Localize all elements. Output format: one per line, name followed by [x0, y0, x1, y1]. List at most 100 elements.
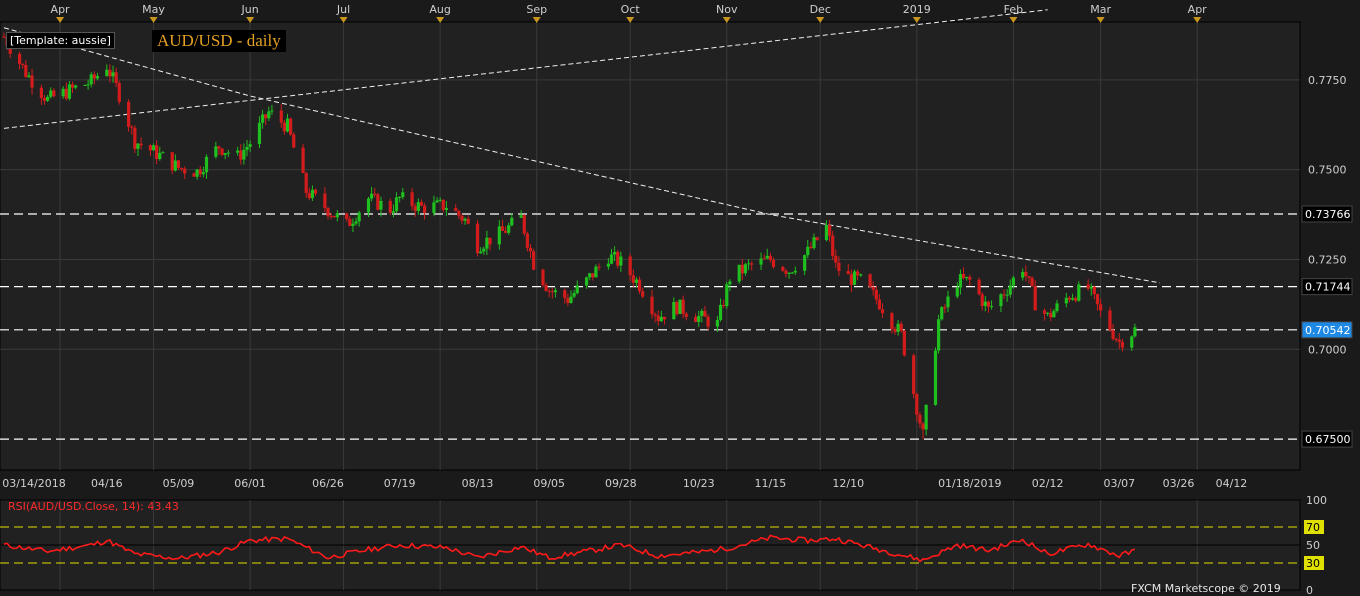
candle-body [292, 134, 296, 148]
candle-body [812, 237, 816, 249]
candle-body [335, 213, 339, 218]
candle-body [111, 72, 115, 77]
month-label: Sep [526, 3, 547, 16]
candle-body [435, 200, 439, 203]
candle-body [510, 217, 514, 226]
date-label: 06/01 [234, 477, 266, 490]
candle-body [485, 237, 489, 249]
month-label: Oct [621, 3, 641, 16]
copyright-label: FXCM Marketscope © 2019 [1131, 582, 1281, 595]
candle-body [482, 248, 486, 252]
candle-body [329, 215, 333, 217]
candle-body [86, 84, 90, 86]
candle-body [282, 122, 286, 132]
candle-body [413, 206, 417, 211]
date-label: 05/09 [163, 477, 195, 490]
candle-body [662, 316, 667, 320]
candle-body [1095, 294, 1100, 305]
candle-body [871, 286, 875, 290]
month-label: 2019 [903, 3, 931, 16]
candle-body [827, 224, 832, 236]
candle-body [781, 266, 785, 271]
candle-body [787, 272, 791, 274]
candle-body [1133, 327, 1137, 337]
candle-body [837, 262, 841, 272]
candle-body [958, 274, 963, 288]
candle-body [768, 255, 772, 260]
candle-body [83, 85, 87, 87]
candle-body [108, 69, 112, 77]
candle-body [616, 251, 620, 266]
candle-body [831, 235, 835, 256]
candle-body [39, 87, 43, 99]
date-label: 02/12 [1032, 477, 1064, 490]
candle-body [937, 319, 941, 351]
level-label: 0.73766 [1305, 208, 1351, 221]
candle-body [896, 323, 900, 332]
candle-body [703, 310, 707, 317]
candle-body [373, 193, 377, 195]
rsi-tick-label: 0 [1306, 584, 1313, 596]
candle-body [809, 246, 813, 249]
candle-body [419, 202, 424, 206]
candle-body [553, 290, 558, 293]
candle-body [846, 271, 850, 275]
candle-body [1002, 294, 1006, 296]
candle-body [388, 200, 392, 213]
candle-body [743, 264, 748, 274]
candle-body [868, 274, 872, 287]
date-label: 04/16 [91, 477, 123, 490]
candle-body [918, 414, 922, 424]
candle-body [675, 302, 679, 314]
candle-body [444, 208, 448, 210]
candle-body [198, 169, 202, 175]
candle-body [1111, 330, 1115, 339]
candle-body [765, 255, 769, 259]
candle-body [613, 251, 617, 255]
candle-body [1030, 277, 1034, 286]
candle-body [525, 233, 529, 248]
candle-body [49, 90, 53, 97]
candle-body [650, 296, 654, 315]
candle-body [715, 319, 720, 327]
candle-body [532, 251, 536, 270]
candle-body [722, 304, 726, 307]
candle-body [391, 211, 396, 213]
candle-body [834, 255, 838, 263]
date-label: 07/19 [384, 477, 416, 490]
candle-body [1086, 284, 1090, 289]
candle-body [24, 64, 28, 77]
candle-body [127, 101, 131, 127]
candle-body [725, 284, 729, 307]
candle-body [500, 226, 505, 231]
price-chart[interactable]: Apr May Jun Jul Aug Sep Oct Nov Dec 2019 Feb Mar Apr… [0, 0, 1360, 596]
candle-body [21, 63, 25, 65]
candle-body [946, 296, 950, 308]
candle-body [609, 254, 614, 264]
candle-body [161, 152, 165, 154]
candle-body [737, 264, 741, 282]
candle-body [242, 149, 246, 160]
template-label: [Template: aussie] [6, 32, 115, 49]
candle-body [357, 212, 361, 222]
candle-body [874, 289, 878, 300]
candle-body [1055, 303, 1059, 311]
candle-body [394, 197, 399, 212]
candle-body [351, 223, 355, 226]
candle-body [279, 110, 283, 123]
candle-body [678, 299, 682, 314]
date-label: 08/13 [462, 477, 494, 490]
candle-body [204, 156, 209, 173]
date-label: 09/28 [605, 477, 637, 490]
candle-body [1117, 339, 1121, 342]
candle-body [641, 291, 645, 297]
candle-body [1077, 284, 1081, 301]
candle-body [148, 145, 153, 151]
candle-body [1120, 341, 1125, 348]
candle-body [584, 277, 589, 286]
candle-body [684, 313, 688, 317]
candle-body [195, 169, 199, 177]
candle-body [260, 114, 265, 123]
candle-body [793, 270, 797, 273]
candle-body [366, 198, 371, 213]
